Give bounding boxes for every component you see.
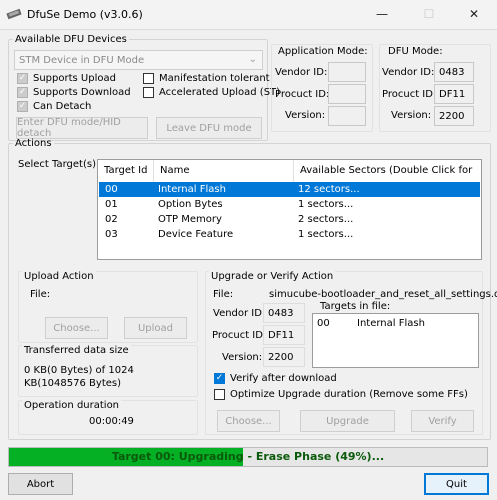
close-button[interactable]: ✕ bbox=[451, 0, 497, 29]
manifestation-tolerant-checkbox[interactable]: Manifestation tolerant bbox=[143, 73, 270, 84]
dfu-vendor-id-field: 0483 bbox=[434, 62, 474, 82]
checkbox-box: ✓ bbox=[17, 73, 28, 84]
minimize-button[interactable]: — bbox=[359, 0, 405, 29]
supports-download-checkbox[interactable]: ✓ Supports Download bbox=[17, 87, 131, 98]
upgrade-verify-legend: Upgrade or Verify Action bbox=[209, 271, 336, 282]
upload-button[interactable]: Upload bbox=[124, 317, 187, 339]
dfu-version-label: Version: bbox=[391, 110, 432, 121]
transferred-data-value: 0 KB(0 Bytes) of 1024 KB(1048576 Bytes) bbox=[24, 365, 134, 389]
upgrade-vendor-id-field: 0483 bbox=[263, 303, 305, 323]
target-name: Internal Flash bbox=[158, 184, 226, 195]
app-version-label: Version: bbox=[285, 110, 326, 121]
checkbox-box bbox=[214, 389, 225, 400]
application-mode-legend: Application Mode: bbox=[276, 46, 370, 57]
upgrade-product-id-label: Procuct ID: bbox=[212, 330, 267, 341]
targets-in-file-list[interactable]: 00 Internal Flash bbox=[312, 313, 479, 368]
title-bar: DfuSe Demo (v3.0.6) — ☐ ✕ bbox=[0, 0, 497, 30]
target-id: 00 bbox=[105, 184, 118, 195]
column-header-sectors[interactable]: Available Sectors (Double Click for more… bbox=[294, 160, 481, 198]
dfu-mode-legend: DFU Mode: bbox=[386, 46, 445, 57]
upload-action-legend: Upload Action bbox=[22, 271, 96, 282]
app-product-id-field bbox=[328, 84, 366, 104]
dfu-version-field: 2200 bbox=[434, 106, 474, 126]
upgrade-button[interactable]: Upgrade bbox=[300, 410, 395, 432]
verify-after-download-label: Verify after download bbox=[230, 373, 337, 384]
operation-duration-legend: Operation duration bbox=[22, 400, 122, 411]
device-select[interactable]: STM Device in DFU Mode ⌄ bbox=[14, 50, 263, 70]
manifestation-tolerant-label: Manifestation tolerant bbox=[159, 73, 270, 84]
accelerated-upload-checkbox[interactable]: Accelerated Upload (ST) bbox=[143, 87, 280, 98]
progress-text: Target 00: Upgrading - Erase Phase (49%)… bbox=[111, 450, 385, 463]
chevron-down-icon: ⌄ bbox=[248, 54, 257, 65]
target-sectors: 2 sectors... bbox=[298, 214, 354, 225]
targets-list[interactable]: Target Id Name Available Sectors (Double… bbox=[97, 159, 482, 260]
select-targets-label: Select Target(s): bbox=[18, 159, 100, 170]
upgrade-vendor-id-label: Vendor ID: bbox=[213, 308, 266, 319]
enter-dfu-mode-button[interactable]: Enter DFU mode/HID detach bbox=[16, 117, 148, 139]
abort-button[interactable]: Abort bbox=[8, 473, 73, 495]
quit-button[interactable]: Quit bbox=[424, 473, 489, 495]
file-target-name: Internal Flash bbox=[357, 318, 425, 329]
supports-download-label: Supports Download bbox=[33, 87, 131, 98]
column-header-target-id[interactable]: Target Id bbox=[98, 160, 154, 182]
supports-upload-checkbox[interactable]: ✓ Supports Upload bbox=[17, 73, 116, 84]
can-detach-checkbox[interactable]: ✓ Can Detach bbox=[17, 101, 91, 112]
app-product-id-label: Procuct ID: bbox=[275, 89, 330, 100]
can-detach-label: Can Detach bbox=[33, 101, 92, 112]
window-title: DfuSe Demo (v3.0.6) bbox=[27, 8, 143, 21]
column-header-name[interactable]: Name bbox=[154, 160, 294, 182]
verify-after-download-checkbox[interactable]: ✓ Verify after download bbox=[214, 373, 337, 384]
upload-file-label: File: bbox=[30, 289, 51, 300]
app-vendor-id-field bbox=[328, 62, 366, 82]
target-sectors: 1 sectors... bbox=[298, 199, 354, 210]
transferred-data-legend: Transferred data size bbox=[22, 345, 131, 356]
upgrade-version-label: Version: bbox=[222, 352, 263, 363]
target-row[interactable]: 03 Device Feature 1 sectors... bbox=[99, 227, 480, 242]
target-row[interactable]: 00 Internal Flash 12 sectors... bbox=[99, 182, 480, 197]
checkbox-box: ✓ bbox=[17, 87, 28, 98]
maximize-button[interactable]: ☐ bbox=[406, 0, 452, 29]
target-id: 02 bbox=[105, 214, 118, 225]
optimize-upgrade-checkbox[interactable]: Optimize Upgrade duration (Remove some F… bbox=[214, 389, 468, 400]
target-sectors: 1 sectors... bbox=[298, 229, 354, 240]
target-row[interactable]: 02 OTP Memory 2 sectors... bbox=[99, 212, 480, 227]
target-row[interactable]: 01 Option Bytes 1 sectors... bbox=[99, 197, 480, 212]
accelerated-upload-label: Accelerated Upload (ST) bbox=[159, 87, 281, 98]
supports-upload-label: Supports Upload bbox=[33, 73, 116, 84]
list-item[interactable]: 00 Internal Flash bbox=[314, 316, 477, 331]
upgrade-choose-button[interactable]: Choose... bbox=[217, 410, 280, 432]
actions-legend: Actions bbox=[15, 138, 52, 149]
target-id: 01 bbox=[105, 199, 118, 210]
targets-in-file-label: Targets in file: bbox=[320, 301, 391, 312]
upgrade-file-name: simucube-bootloader_and_reset_all_settin… bbox=[269, 289, 497, 300]
target-name: OTP Memory bbox=[158, 214, 222, 225]
app-vendor-id-label: Vendor ID: bbox=[275, 67, 328, 78]
file-target-id: 00 bbox=[317, 318, 330, 329]
optimize-upgrade-label: Optimize Upgrade duration (Remove some F… bbox=[230, 389, 468, 400]
checkbox-box: ✓ bbox=[214, 373, 225, 384]
operation-duration-value: 00:00:49 bbox=[89, 416, 134, 427]
app-version-field bbox=[328, 106, 366, 126]
progress-bar: Target 00: Upgrading - Erase Phase (49%)… bbox=[8, 447, 488, 467]
dfu-product-id-label: Procuct ID: bbox=[382, 89, 437, 100]
target-id: 03 bbox=[105, 229, 118, 240]
upgrade-version-field: 2200 bbox=[263, 347, 305, 367]
leave-dfu-mode-button[interactable]: Leave DFU mode bbox=[156, 117, 262, 139]
checkbox-box: ✓ bbox=[17, 101, 28, 112]
checkbox-box bbox=[143, 87, 154, 98]
target-name: Option Bytes bbox=[158, 199, 223, 210]
upload-choose-button[interactable]: Choose... bbox=[45, 317, 108, 339]
target-name: Device Feature bbox=[158, 229, 234, 240]
checkbox-box bbox=[143, 73, 154, 84]
dfu-vendor-id-label: Vendor ID: bbox=[382, 67, 435, 78]
verify-button[interactable]: Verify bbox=[411, 410, 474, 432]
upgrade-file-label: File: bbox=[213, 289, 234, 300]
device-select-value: STM Device in DFU Mode bbox=[19, 54, 145, 66]
app-icon bbox=[6, 8, 22, 20]
target-sectors: 12 sectors... bbox=[298, 184, 360, 195]
dfu-product-id-field: DF11 bbox=[434, 84, 474, 104]
upgrade-product-id-field: DF11 bbox=[263, 325, 305, 345]
available-dfu-devices-legend: Available DFU Devices bbox=[15, 34, 127, 45]
